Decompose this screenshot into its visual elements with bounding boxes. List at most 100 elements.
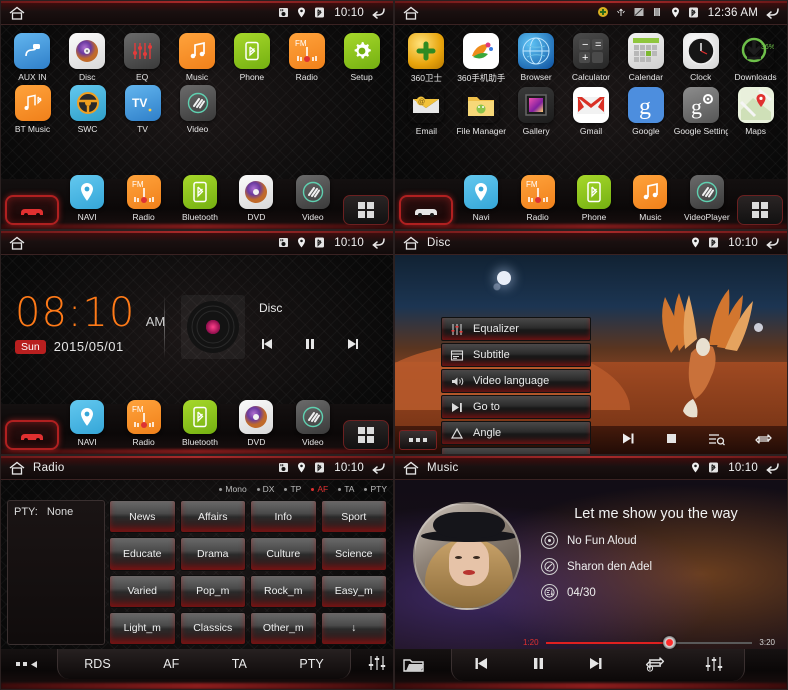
more-button[interactable] [399, 430, 437, 450]
app-video[interactable]: Video [170, 85, 225, 134]
dock-item-bluetooth[interactable]: Bluetooth [176, 400, 224, 449]
dock-item-videoplayer[interactable]: VideoPlayer [683, 175, 731, 224]
app-radio[interactable]: FM Radio [279, 33, 334, 82]
all-apps-button[interactable] [737, 195, 783, 225]
next-track-button[interactable] [620, 432, 636, 448]
repeat-one-button[interactable]: 1 [645, 655, 665, 675]
prev-track-button[interactable] [472, 656, 492, 674]
playlist-button[interactable] [708, 432, 726, 449]
menu-item-equalizer[interactable]: Equalizer [441, 317, 591, 341]
menu-item-angle[interactable]: Angle [441, 421, 591, 445]
dock-item-radio[interactable]: FM Radio [119, 400, 167, 449]
dock-item-video[interactable]: Video [289, 400, 337, 449]
pty-button-news[interactable]: News [109, 500, 176, 534]
tab-rds[interactable]: RDS [84, 657, 110, 671]
back-icon[interactable] [765, 461, 781, 475]
dock-item-navi[interactable]: Navi [457, 175, 505, 224]
app-360-assistant[interactable]: 360手机助手 [454, 33, 509, 84]
pty-button-drama[interactable]: Drama [179, 537, 246, 571]
next-track-button[interactable] [585, 656, 605, 674]
app-clock[interactable]: Clock [673, 33, 728, 84]
equalizer-button[interactable] [704, 654, 724, 677]
clock-widget[interactable]: 08:10 AM Sun 2015/05/01 [15, 293, 165, 354]
app-phone[interactable]: Phone [224, 33, 279, 82]
home-icon[interactable] [7, 235, 27, 251]
pty-button-pop-m[interactable]: Pop_m [179, 574, 246, 608]
dock-item-radio[interactable]: FM Radio [513, 175, 561, 224]
home-icon[interactable] [401, 235, 421, 251]
home-icon[interactable] [7, 5, 27, 21]
app-browser[interactable]: Browser [509, 33, 564, 84]
pty-button-varied[interactable]: Varied [109, 574, 176, 608]
dock-item-video[interactable]: Video [289, 175, 337, 224]
dock-item-music[interactable]: Music [626, 175, 674, 224]
progress-slider[interactable] [545, 636, 753, 649]
equalizer-button[interactable] [367, 653, 387, 678]
menu-item-go-to[interactable]: Go to [441, 395, 591, 419]
app-maps[interactable]: Maps [728, 87, 783, 136]
app-calendar[interactable]: Calendar [618, 33, 673, 84]
menu-item-video-language[interactable]: Video language [441, 369, 591, 393]
all-apps-button[interactable] [343, 195, 389, 225]
app-gmail[interactable]: Gmail [564, 87, 619, 136]
pty-button-rock-m[interactable]: Rock_m [250, 574, 317, 608]
back-icon[interactable] [765, 236, 781, 250]
pty-button-culture[interactable]: Culture [250, 537, 317, 571]
pty-button-info[interactable]: Info [250, 500, 317, 534]
app-bt-music[interactable]: BT Music [5, 85, 60, 134]
folder-button[interactable] [403, 656, 425, 679]
app-aux-in[interactable]: AUX IN [5, 33, 60, 82]
dock-item-dvd[interactable]: DVD [232, 175, 280, 224]
pty-button-other-m[interactable]: Other_m [250, 611, 317, 645]
app-google-settings[interactable]: g Google Settings [673, 87, 728, 136]
app-file-manager[interactable]: File Manager [454, 87, 509, 136]
back-icon[interactable] [371, 6, 387, 20]
app-email[interactable]: @ Email [399, 87, 454, 136]
pty-button-educate[interactable]: Educate [109, 537, 176, 571]
app-swc[interactable]: SWC [60, 85, 115, 134]
app-google[interactable]: g Google [618, 87, 673, 136]
app-setup[interactable]: Setup [334, 33, 389, 82]
app-eq[interactable]: EQ [115, 33, 170, 82]
tab-ta[interactable]: TA [232, 657, 247, 671]
album-art[interactable] [413, 502, 521, 610]
car-mode-button[interactable] [399, 195, 453, 225]
car-mode-button[interactable] [5, 420, 59, 450]
pty-button-easy-m[interactable]: Easy_m [320, 574, 387, 608]
repeat-button[interactable] [755, 432, 772, 449]
pty-button-classics[interactable]: Classics [179, 611, 246, 645]
app-gallery[interactable]: Gallery [509, 87, 564, 136]
home-icon[interactable] [401, 5, 421, 21]
car-mode-button[interactable] [5, 195, 59, 225]
back-icon[interactable] [765, 6, 781, 20]
tab-pty[interactable]: PTY [299, 657, 323, 671]
app-calculator[interactable]: − = + Calculator [564, 33, 619, 84]
pause-button[interactable] [303, 337, 317, 354]
back-panel-button[interactable] [5, 654, 49, 674]
dock-item-navi[interactable]: NAVI [63, 175, 111, 224]
dock-item-dvd[interactable]: DVD [232, 400, 280, 449]
pty-button-light-m[interactable]: Light_m [109, 611, 176, 645]
prev-track-button[interactable] [259, 337, 277, 354]
pty-button-science[interactable]: Science [320, 537, 387, 571]
next-track-button[interactable] [343, 337, 361, 354]
tab-af[interactable]: AF [163, 657, 179, 671]
app-tv[interactable]: TV TV [115, 85, 170, 134]
app-downloads[interactable]: 36% Downloads [728, 33, 783, 84]
dock-item-phone[interactable]: Phone [570, 175, 618, 224]
app-disc[interactable]: Disc [60, 33, 115, 82]
all-apps-button[interactable] [343, 420, 389, 450]
album-art[interactable] [181, 295, 245, 359]
stop-button[interactable] [665, 432, 678, 448]
pause-button[interactable] [531, 656, 546, 674]
back-icon[interactable] [371, 461, 387, 475]
back-icon[interactable] [371, 236, 387, 250]
home-icon[interactable] [7, 460, 27, 476]
app-360-guard[interactable]: 360卫士 [399, 33, 454, 84]
video-surface[interactable]: Equalizer Subtitle Video language Go to [395, 255, 787, 454]
menu-item-subtitle[interactable]: Subtitle [441, 343, 591, 367]
dock-item-radio[interactable]: FM Radio [119, 175, 167, 224]
pty-button-next-page[interactable]: ↓ [320, 611, 387, 645]
dock-item-navi[interactable]: NAVI [63, 400, 111, 449]
app-music[interactable]: Music [170, 33, 225, 82]
